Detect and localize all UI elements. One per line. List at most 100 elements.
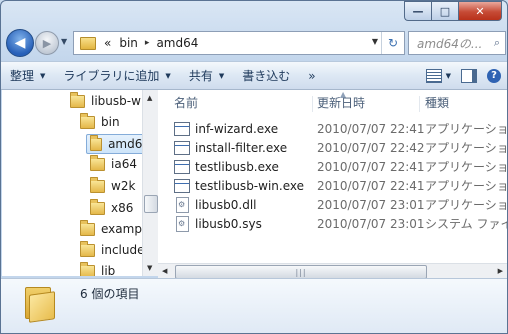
address-dropdown-icon[interactable]: ▼ <box>372 37 378 46</box>
folder-icon <box>90 154 105 171</box>
item-count: 6 個の項目 <box>80 287 140 301</box>
column-header-type[interactable]: 種類 <box>425 94 449 111</box>
scroll-down-icon[interactable]: ▼ <box>147 264 152 272</box>
file-row[interactable]: libusb0.sys 2010/07/07 23:01 システム ファイル <box>158 214 507 233</box>
tree-item-label: amd64 <box>108 137 146 151</box>
navigation-pane: libusb-win bin amd64 ia64 w2k x86 exampl… <box>2 90 146 276</box>
file-name: testlibusb.exe <box>195 159 279 174</box>
address-bar[interactable]: « bin ▸ amd64 ▼ ↻ <box>73 31 405 55</box>
chevron-down-icon: ▼ <box>40 71 46 80</box>
minimize-button[interactable]: — <box>404 1 431 21</box>
more-commands-button[interactable]: » <box>299 62 324 89</box>
file-row[interactable]: inf-wizard.exe 2010/07/07 22:41 アプリケーション <box>158 119 507 138</box>
forward-button[interactable]: ▶ <box>35 31 59 55</box>
folder-icon <box>80 219 95 236</box>
tree-item-lib[interactable]: lib <box>80 261 115 276</box>
file-type: システム ファイル <box>425 217 507 231</box>
tree-item-x86[interactable]: x86 <box>90 198 133 218</box>
view-chevron-down-icon[interactable]: ▼ <box>446 72 451 80</box>
breadcrumb-overflow[interactable]: « <box>100 36 115 50</box>
help-icon[interactable]: ? <box>487 68 501 83</box>
search-icon[interactable]: ⌕ <box>489 36 505 50</box>
chevron-down-icon: ▼ <box>218 71 225 80</box>
toolbar-right: ▼ ? <box>425 62 501 89</box>
refresh-icon: ↻ <box>387 36 399 50</box>
file-type: アプリケーション <box>425 122 507 136</box>
exe-icon <box>174 121 190 136</box>
grip-icon: ||| <box>295 267 307 277</box>
search-input[interactable]: amd64の... <box>409 35 489 52</box>
scroll-right-icon[interactable]: ▶ <box>498 267 503 275</box>
search-box[interactable]: amd64の... ⌕ <box>408 31 506 55</box>
tree-item-ia64[interactable]: ia64 <box>90 154 137 174</box>
tree-item-w2k[interactable]: w2k <box>90 176 135 196</box>
column-header-name[interactable]: 名前 <box>174 94 198 111</box>
organize-label: 整理 <box>10 69 35 83</box>
tree-item-include[interactable]: include <box>80 240 144 260</box>
preview-pane-icon[interactable] <box>461 68 477 83</box>
details-pane: 6 個の項目 <box>1 278 507 333</box>
column-headers: ▲ 名前 更新日時 種類 <box>158 90 507 112</box>
organize-menu[interactable]: 整理 ▼ <box>1 62 54 89</box>
tree-item-libusb-win[interactable]: libusb-win <box>70 91 145 111</box>
scrollbar-thumb[interactable]: ||| <box>175 265 427 279</box>
recent-pages-dropdown[interactable]: ▼ <box>61 37 67 46</box>
chevron-down-icon: ▼ <box>165 71 171 80</box>
file-row[interactable]: libusb0.dll 2010/07/07 23:01 アプリケーション <box>158 195 507 214</box>
file-date: 2010/07/07 22:41 <box>317 178 425 193</box>
maximize-button[interactable]: □ <box>431 1 458 21</box>
add-to-library-menu[interactable]: ライブラリに追加 ▼ <box>54 62 179 89</box>
command-bar: 整理 ▼ ライブラリに追加 ▼ 共有 ▼ 書き込む » ▼ ? <box>1 61 507 90</box>
file-row[interactable]: testlibusb.exe 2010/07/07 22:41 アプリケーション <box>158 157 507 176</box>
file-name: install-filter.exe <box>195 140 288 155</box>
file-date: 2010/07/07 22:41 <box>317 121 425 136</box>
file-type: アプリケーション <box>425 141 507 155</box>
burn-label: 書き込む <box>242 69 291 83</box>
file-type: アプリケーション <box>425 160 507 174</box>
file-row[interactable]: install-filter.exe 2010/07/07 22:42 アプリケ… <box>158 138 507 157</box>
refresh-button[interactable]: ↻ <box>381 32 404 54</box>
burn-button[interactable]: 書き込む <box>233 62 299 89</box>
tree-item-label: bin <box>101 115 120 129</box>
file-date: 2010/07/07 22:42 <box>317 140 425 155</box>
file-name: testlibusb-win.exe <box>195 178 304 193</box>
breadcrumb-amd64[interactable]: amd64 <box>152 36 202 50</box>
sys-icon <box>176 215 189 232</box>
tree-item-amd64[interactable]: amd64 <box>86 134 146 154</box>
file-name: libusb0.sys <box>195 216 262 231</box>
add-to-library-label: ライブラリに追加 <box>63 69 160 83</box>
tree-item-label: ia64 <box>111 157 137 171</box>
column-divider[interactable] <box>419 96 420 112</box>
share-menu[interactable]: 共有 ▼ <box>180 62 233 89</box>
column-header-date[interactable]: 更新日時 <box>317 94 365 111</box>
column-divider[interactable] <box>312 96 313 112</box>
breadcrumb-bin[interactable]: bin <box>115 36 142 50</box>
file-row[interactable]: testlibusb-win.exe 2010/07/07 22:41 アプリケ… <box>158 176 507 195</box>
back-button[interactable]: ◀ <box>6 29 34 57</box>
file-list: ▲ 名前 更新日時 種類 inf-wizard.exe 2010/07/07 2… <box>158 90 507 276</box>
folder-icon <box>80 36 96 50</box>
scroll-up-icon[interactable]: ▲ <box>147 94 152 102</box>
scrollbar-thumb[interactable] <box>144 195 158 213</box>
folder-icon <box>90 134 103 151</box>
tree-item-label: x86 <box>111 201 134 215</box>
tree-item-label: lib <box>101 264 116 276</box>
forward-arrow-icon: ▶ <box>42 36 52 50</box>
tree-item-label: include <box>101 243 145 257</box>
folder-icon <box>90 198 105 215</box>
exe-icon <box>174 159 190 174</box>
tree-item-examples[interactable]: examples <box>80 219 145 239</box>
navigation-scrollbar[interactable]: ▲ ▼ <box>142 90 158 276</box>
folder-icon <box>90 176 105 193</box>
view-options-icon[interactable] <box>425 68 442 83</box>
scroll-left-icon[interactable]: ◀ <box>162 267 167 275</box>
file-name: inf-wizard.exe <box>195 121 279 136</box>
tree-item-bin[interactable]: bin <box>80 112 120 132</box>
file-type: アプリケーション <box>425 198 507 212</box>
horizontal-scrollbar[interactable]: ◀ ||| ▶ <box>158 263 507 279</box>
close-button[interactable]: ✕ <box>458 1 502 21</box>
breadcrumb-separator-icon[interactable]: ▸ <box>142 38 153 48</box>
explorer-window: — □ ✕ ◀ ▶ ▼ « bin ▸ amd64 ▼ ↻ amd64の... … <box>0 0 508 334</box>
file-date: 2010/07/07 23:01 <box>317 197 425 212</box>
folder-icon <box>70 91 85 108</box>
